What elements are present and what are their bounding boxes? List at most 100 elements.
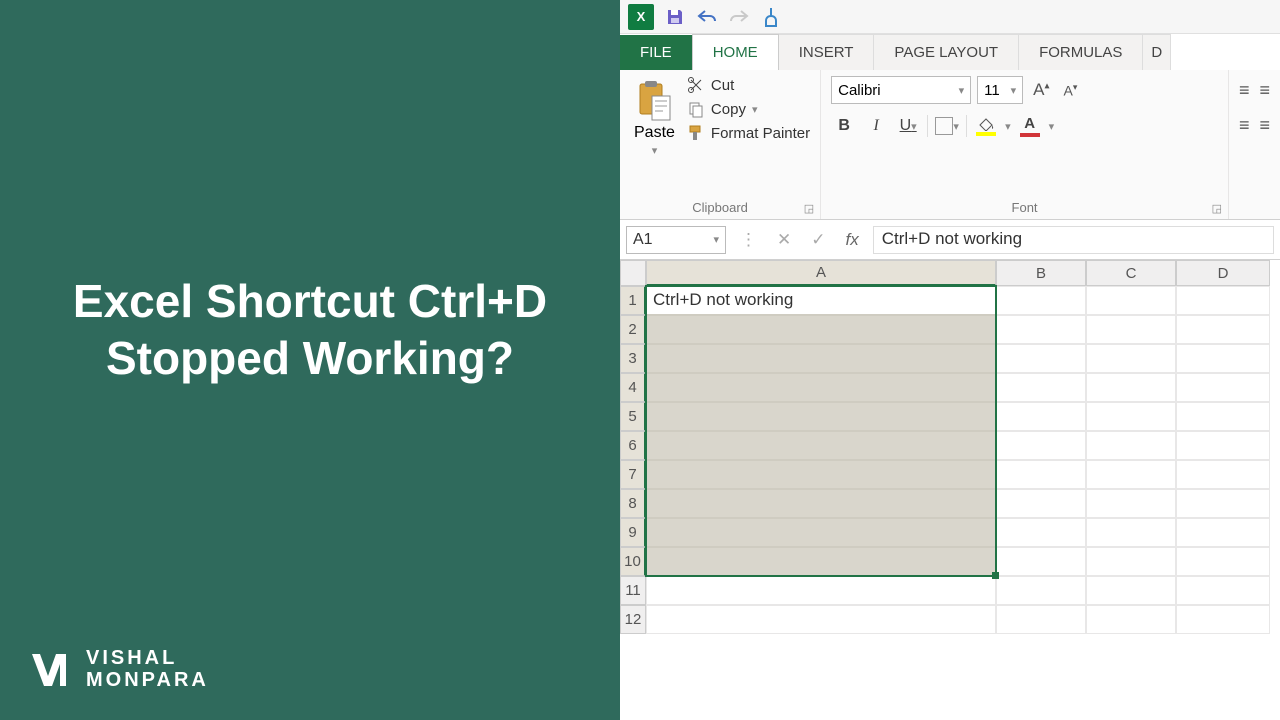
cell[interactable] xyxy=(996,489,1086,518)
cell[interactable] xyxy=(646,547,996,576)
cell[interactable] xyxy=(1086,576,1176,605)
cell[interactable] xyxy=(646,315,996,344)
align-middle-icon[interactable]: ≡ xyxy=(1259,80,1270,101)
cell[interactable] xyxy=(996,373,1086,402)
copy-button[interactable]: Copy ▾ xyxy=(687,100,810,118)
align-left-icon[interactable]: ≡ xyxy=(1239,115,1250,136)
borders-button[interactable]: ▾ xyxy=(934,114,960,138)
col-header-d[interactable]: D xyxy=(1176,260,1270,286)
cell[interactable] xyxy=(646,373,996,402)
cell[interactable] xyxy=(1086,286,1176,315)
cell[interactable] xyxy=(996,518,1086,547)
row-header[interactable]: 6 xyxy=(620,431,646,460)
cell[interactable] xyxy=(646,431,996,460)
row-header[interactable]: 5 xyxy=(620,402,646,431)
font-size-select[interactable]: 11▾ xyxy=(977,76,1023,104)
cell[interactable] xyxy=(1176,344,1270,373)
cell[interactable] xyxy=(1176,460,1270,489)
insert-function-icon[interactable]: fx xyxy=(840,230,865,250)
cell[interactable] xyxy=(1176,431,1270,460)
cell[interactable] xyxy=(646,344,996,373)
enter-icon[interactable]: ✓ xyxy=(805,230,831,250)
cell[interactable] xyxy=(996,460,1086,489)
format-painter-button[interactable]: Format Painter xyxy=(687,124,810,142)
tab-file[interactable]: FILE xyxy=(620,35,692,70)
formula-input[interactable]: Ctrl+D not working xyxy=(873,226,1274,254)
chevron-down-icon[interactable]: ▾ xyxy=(1005,120,1011,133)
cell[interactable] xyxy=(1086,489,1176,518)
cell[interactable] xyxy=(1086,402,1176,431)
cancel-icon[interactable]: ✕ xyxy=(771,230,797,250)
cut-button[interactable]: Cut xyxy=(687,76,810,94)
cell[interactable] xyxy=(1086,373,1176,402)
row-header[interactable]: 8 xyxy=(620,489,646,518)
col-header-a[interactable]: A xyxy=(646,260,996,286)
row-header[interactable]: 1 xyxy=(620,286,646,315)
cell[interactable] xyxy=(1176,518,1270,547)
tab-insert[interactable]: INSERT xyxy=(779,34,875,70)
cell[interactable] xyxy=(646,518,996,547)
cell[interactable] xyxy=(1176,576,1270,605)
touch-mode-icon[interactable] xyxy=(760,6,782,28)
cell[interactable] xyxy=(1176,286,1270,315)
row-header[interactable]: 7 xyxy=(620,460,646,489)
undo-icon[interactable] xyxy=(696,6,718,28)
fill-color-button[interactable] xyxy=(973,114,999,138)
row-header[interactable]: 11 xyxy=(620,576,646,605)
cell[interactable] xyxy=(996,402,1086,431)
cell[interactable] xyxy=(646,605,996,634)
increase-font-icon[interactable]: A▴ xyxy=(1029,80,1053,100)
col-header-c[interactable]: C xyxy=(1086,260,1176,286)
tab-home[interactable]: HOME xyxy=(692,34,779,70)
cell[interactable] xyxy=(646,489,996,518)
font-name-select[interactable]: Calibri▾ xyxy=(831,76,971,104)
cell-a1[interactable]: Ctrl+D not working xyxy=(646,286,996,315)
font-dialog-launcher-icon[interactable]: ◲ xyxy=(1212,202,1222,215)
decrease-font-icon[interactable]: A▾ xyxy=(1060,82,1082,99)
tab-page-layout[interactable]: PAGE LAYOUT xyxy=(874,34,1019,70)
cell[interactable] xyxy=(996,286,1086,315)
row-header[interactable]: 12 xyxy=(620,605,646,634)
align-center-icon[interactable]: ≡ xyxy=(1259,115,1270,136)
cell[interactable] xyxy=(996,431,1086,460)
cell[interactable] xyxy=(1176,402,1270,431)
cell[interactable] xyxy=(996,605,1086,634)
cell[interactable] xyxy=(996,547,1086,576)
clipboard-dialog-launcher-icon[interactable]: ◲ xyxy=(804,202,814,215)
cell[interactable] xyxy=(646,402,996,431)
cell[interactable] xyxy=(1176,547,1270,576)
paste-button[interactable]: Paste ▾ xyxy=(630,76,679,159)
cell[interactable] xyxy=(996,576,1086,605)
redo-icon[interactable] xyxy=(728,6,750,28)
row-header[interactable]: 4 xyxy=(620,373,646,402)
tab-formulas[interactable]: FORMULAS xyxy=(1019,34,1143,70)
cell[interactable] xyxy=(1086,344,1176,373)
chevron-down-icon[interactable]: ▾ xyxy=(1049,120,1055,133)
cell[interactable] xyxy=(1086,315,1176,344)
row-header[interactable]: 3 xyxy=(620,344,646,373)
row-header[interactable]: 10 xyxy=(620,547,646,576)
cell[interactable] xyxy=(1086,460,1176,489)
cell[interactable] xyxy=(646,576,996,605)
select-all-corner[interactable] xyxy=(620,260,646,286)
cell[interactable] xyxy=(996,315,1086,344)
cell[interactable] xyxy=(1176,373,1270,402)
save-icon[interactable] xyxy=(664,6,686,28)
cell[interactable] xyxy=(1086,547,1176,576)
cell[interactable] xyxy=(1086,605,1176,634)
cell[interactable] xyxy=(1176,489,1270,518)
cell[interactable] xyxy=(996,344,1086,373)
align-top-icon[interactable]: ≡ xyxy=(1239,80,1250,101)
row-header[interactable]: 9 xyxy=(620,518,646,547)
cell[interactable] xyxy=(1176,605,1270,634)
font-color-button[interactable]: A xyxy=(1017,114,1043,138)
cell[interactable] xyxy=(646,460,996,489)
col-header-b[interactable]: B xyxy=(996,260,1086,286)
cell[interactable] xyxy=(1086,431,1176,460)
underline-button[interactable]: U ▾ xyxy=(895,114,921,138)
row-header[interactable]: 2 xyxy=(620,315,646,344)
tab-more[interactable]: D xyxy=(1143,34,1171,70)
bold-button[interactable]: B xyxy=(831,114,857,138)
cell[interactable] xyxy=(1086,518,1176,547)
excel-icon[interactable]: X xyxy=(628,4,654,30)
